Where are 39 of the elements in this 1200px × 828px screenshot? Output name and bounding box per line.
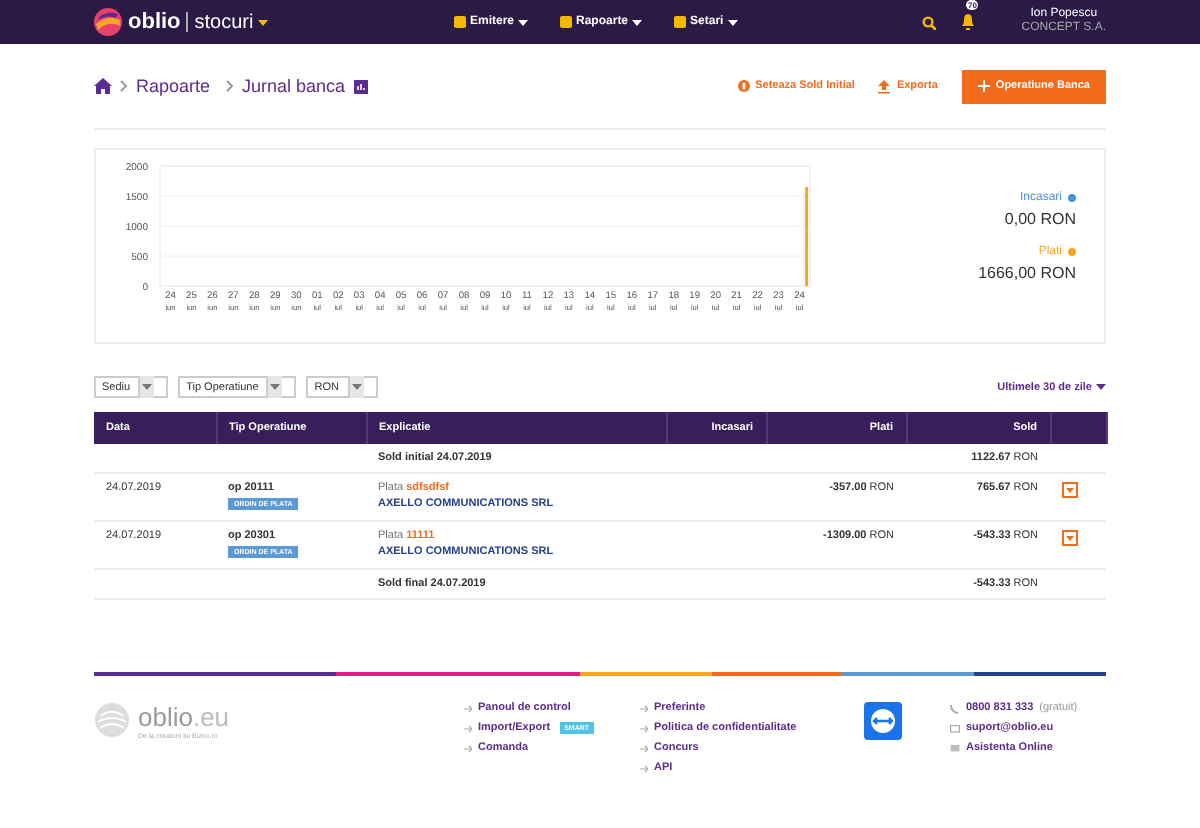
caret-icon xyxy=(270,384,281,390)
footer-logo: oblio.eu xyxy=(138,702,230,732)
chat-icon xyxy=(950,743,960,753)
caret-icon xyxy=(257,19,268,25)
arrow-icon xyxy=(640,723,648,733)
upload-icon xyxy=(878,79,891,93)
caret-icon xyxy=(142,384,153,390)
mail-icon xyxy=(950,723,960,733)
phone-icon xyxy=(950,703,960,713)
chart-icon[interactable] xyxy=(353,79,368,93)
logo-text: oblio xyxy=(128,10,181,34)
chevron-icon xyxy=(120,80,128,92)
page-title: Jurnal banca xyxy=(242,76,346,96)
breadcrumb-link[interactable]: Rapoarte xyxy=(136,76,211,96)
arrow-icon xyxy=(640,763,648,773)
caret-icon xyxy=(351,384,361,390)
total-amount: 1666,00 RON xyxy=(978,264,1076,282)
arrow-icon xyxy=(640,703,648,713)
logo-icon xyxy=(94,8,122,36)
chevron-icon xyxy=(226,80,235,92)
arrow-icon xyxy=(640,743,648,753)
caret-icon xyxy=(632,19,643,25)
caret-icon xyxy=(518,19,529,25)
total-amount: 0,00 RON xyxy=(1002,210,1076,228)
search-icon[interactable] xyxy=(922,15,936,29)
product-switcher[interactable]: stocuri xyxy=(194,11,268,33)
arrow-icon xyxy=(464,743,472,753)
remote-support-icon[interactable] xyxy=(864,702,902,740)
arrow-icon xyxy=(464,703,472,713)
plus-icon xyxy=(977,79,990,93)
bell-icon[interactable] xyxy=(960,12,976,30)
coin-icon xyxy=(737,79,750,93)
home-icon[interactable] xyxy=(94,78,112,94)
globe-icon xyxy=(94,702,130,738)
caret-icon xyxy=(727,19,738,25)
dropdown-toggle-icon[interactable] xyxy=(1062,530,1078,546)
dropdown-toggle-icon[interactable] xyxy=(1062,482,1078,498)
arrow-icon xyxy=(464,723,472,733)
caret-icon xyxy=(1096,384,1106,390)
